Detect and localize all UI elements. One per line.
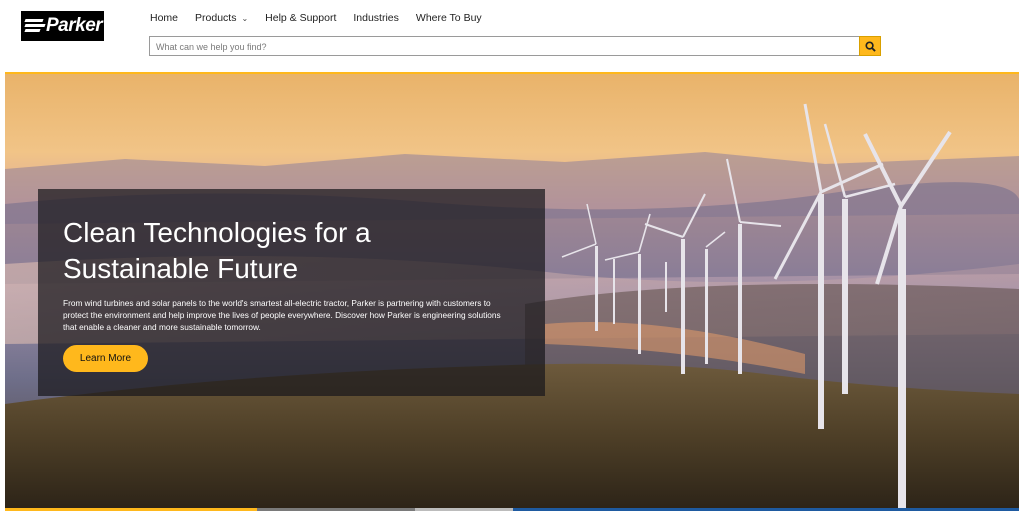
search-bar [149, 36, 881, 56]
learn-more-button[interactable]: Learn More [63, 345, 148, 372]
nav-products-label: Products [195, 12, 237, 24]
hero-title: Clean Technologies for a Sustainable Fut… [63, 217, 371, 284]
nav-where-to-buy[interactable]: Where To Buy [416, 11, 482, 25]
hero-description: From wind turbines and solar panels to t… [63, 298, 501, 332]
search-icon [864, 40, 876, 52]
nav-industries[interactable]: Industries [353, 11, 399, 25]
nav-home[interactable]: Home [150, 11, 178, 25]
hero-banner: Clean Technologies for a Sustainable Fut… [5, 72, 1019, 508]
nav-products[interactable]: Products ⌄ [195, 11, 248, 25]
logo-text: Parker [46, 15, 103, 36]
site-header: Parker Home Products ⌄ Help & Support In… [0, 0, 1024, 72]
hero-text-panel: Clean Technologies for a Sustainable Fut… [38, 189, 545, 396]
search-button[interactable] [859, 36, 881, 56]
parker-logo[interactable]: Parker [21, 11, 104, 41]
chevron-down-icon: ⌄ [241, 13, 249, 23]
logo-mark-icon [24, 16, 46, 36]
search-input[interactable] [150, 38, 862, 56]
main-nav: Home Products ⌄ Help & Support Industrie… [150, 11, 499, 25]
nav-help-support[interactable]: Help & Support [265, 11, 336, 25]
